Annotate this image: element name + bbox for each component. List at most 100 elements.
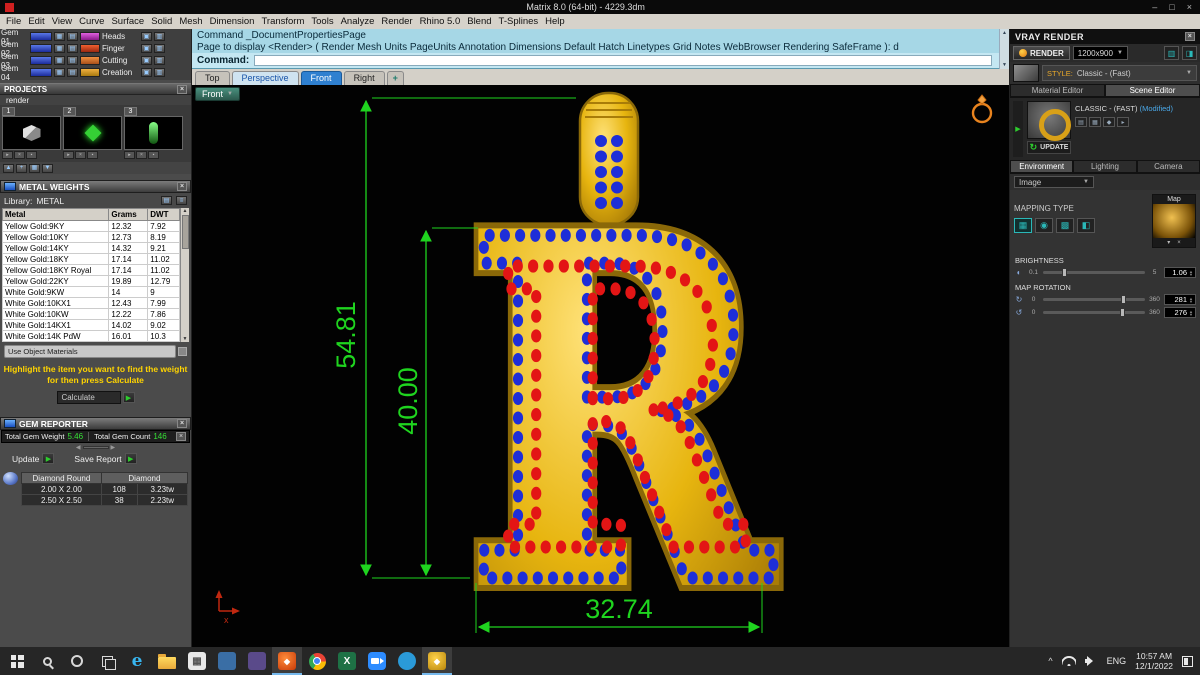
menu-solid[interactable]: Solid bbox=[151, 16, 172, 27]
display-mode-button[interactable]: ◨ bbox=[1182, 46, 1197, 60]
thumb-mini-button[interactable]: ▸ bbox=[124, 151, 135, 159]
menu-dimension[interactable]: Dimension bbox=[210, 16, 255, 27]
close-icon[interactable]: × bbox=[176, 432, 186, 442]
reporter-spinner[interactable]: ◀ ▶ bbox=[0, 443, 191, 452]
palette-mini-button[interactable]: ▣ bbox=[141, 32, 152, 41]
gem-color-swatch[interactable] bbox=[30, 56, 52, 65]
metal-row[interactable]: White Gold:10KW 12.22 7.86 bbox=[1, 308, 180, 320]
close-icon[interactable]: × bbox=[177, 419, 187, 429]
thumb-mini-button[interactable]: ▸ bbox=[63, 151, 74, 159]
taskbar-app-blue[interactable] bbox=[212, 647, 242, 675]
slider-track[interactable] bbox=[1043, 295, 1145, 304]
scroll-down-icon[interactable]: ▼ bbox=[183, 336, 188, 342]
mapping-cylindrical-button[interactable]: ◧ bbox=[1077, 218, 1095, 233]
display-mode-button[interactable]: ▥ bbox=[1164, 46, 1179, 60]
close-icon[interactable]: × bbox=[177, 182, 187, 191]
material-tool-button[interactable]: ▤ bbox=[1075, 117, 1087, 127]
maximize-button[interactable]: □ bbox=[1169, 2, 1174, 12]
front-viewport[interactable]: Front ▼ R R R R 54.81 40.00 32.74 x bbox=[192, 85, 1009, 647]
update-run-button[interactable]: ▶ bbox=[42, 453, 55, 465]
clock[interactable]: 10:57 AM 12/1/2022 bbox=[1135, 651, 1173, 671]
scroll-up-icon[interactable]: ▲ bbox=[183, 208, 188, 214]
toolbar-mini-button[interactable]: ▲ bbox=[3, 163, 14, 173]
mapping-screen-button[interactable]: ▦ bbox=[1014, 218, 1032, 233]
diamond-row[interactable]: 2.00 X 2.00 108 3.23tw bbox=[21, 483, 189, 496]
rotation-slider-2[interactable]: ↺ 0 360 276 ▲ ▼ bbox=[1010, 306, 1200, 319]
palette-mini-button[interactable]: ▤ bbox=[67, 68, 78, 77]
metal-row[interactable]: White Gold:9KW 14 9 bbox=[1, 286, 180, 298]
menu-help[interactable]: Help bbox=[545, 16, 565, 27]
update-button[interactable]: Update bbox=[12, 454, 39, 464]
thumb-mini-button[interactable]: × bbox=[136, 151, 147, 159]
menu-blend[interactable]: Blend bbox=[467, 16, 491, 27]
tray-expand-icon[interactable]: ^ bbox=[1048, 656, 1052, 666]
tab-material-editor[interactable]: Material Editor bbox=[1010, 84, 1105, 97]
spin-left-icon[interactable]: ◀ bbox=[76, 444, 81, 451]
menu-curve[interactable]: Curve bbox=[79, 16, 104, 27]
notification-icon[interactable] bbox=[1182, 655, 1193, 667]
thumb-mini-button[interactable]: × bbox=[75, 151, 86, 159]
viewport-tab-top[interactable]: Top bbox=[195, 71, 230, 85]
material-tool-button[interactable]: ◆ bbox=[1103, 117, 1115, 127]
tab-environment[interactable]: Environment bbox=[1010, 160, 1074, 173]
projects-close-icon[interactable]: × bbox=[177, 84, 187, 94]
menu-surface[interactable]: Surface bbox=[111, 16, 144, 27]
taskbar-app-file-explorer[interactable] bbox=[152, 647, 182, 675]
gem-color-swatch[interactable] bbox=[30, 44, 52, 53]
menu-tools[interactable]: Tools bbox=[311, 16, 333, 27]
calculate-run-button[interactable]: ▶ bbox=[122, 392, 135, 404]
ring-gauge-icon[interactable] bbox=[971, 94, 993, 124]
menu-edit[interactable]: Edit bbox=[28, 16, 44, 27]
scroll-down-icon[interactable]: ▼ bbox=[1002, 62, 1007, 68]
brightness-slider[interactable]: ◐ 0.1 5 1.06 ▲ ▼ bbox=[1010, 266, 1200, 279]
taskbar-app-edge[interactable]: e bbox=[122, 647, 152, 675]
rotation1-value[interactable]: 281 ▲ ▼ bbox=[1164, 294, 1196, 305]
map-thumbnail[interactable] bbox=[1153, 204, 1195, 238]
toolbar-mini-button[interactable]: + bbox=[16, 163, 27, 173]
material-tool-button[interactable]: ▸ bbox=[1117, 117, 1129, 127]
thumb-mini-button[interactable]: × bbox=[14, 151, 25, 159]
language-indicator[interactable]: ENG bbox=[1107, 656, 1127, 666]
palette-mini-button[interactable]: ▦ bbox=[54, 56, 65, 65]
menu-rhino[interactable]: Rhino 5.0 bbox=[420, 16, 461, 27]
thumb-tab[interactable]: 3 bbox=[124, 107, 137, 116]
category-swatch[interactable] bbox=[80, 56, 100, 65]
palette-mini-button[interactable]: ▣ bbox=[141, 44, 152, 53]
volume-icon[interactable] bbox=[1084, 656, 1098, 666]
project-thumb[interactable]: 1 ▸ × ▪ bbox=[2, 107, 61, 160]
materials-checkbox[interactable] bbox=[178, 347, 187, 356]
task-view-button[interactable] bbox=[92, 647, 122, 675]
project-thumb[interactable]: 3 ▸ × ▪ bbox=[124, 107, 183, 160]
resolution-select[interactable]: 1200x900 ▼ bbox=[1072, 46, 1128, 60]
thumb-tab[interactable]: 2 bbox=[63, 107, 76, 116]
start-button[interactable] bbox=[2, 647, 32, 675]
search-button[interactable] bbox=[32, 647, 62, 675]
palette-mini-button[interactable]: ▤ bbox=[67, 44, 78, 53]
thumb-mini-button[interactable]: ▪ bbox=[26, 151, 37, 159]
taskbar-app-gold[interactable]: ◆ bbox=[422, 647, 452, 675]
taskbar-app-chrome[interactable] bbox=[302, 647, 332, 675]
category-swatch[interactable] bbox=[80, 44, 100, 53]
metal-row[interactable]: Yellow Gold:9KY 12.32 7.92 bbox=[1, 220, 180, 232]
taskbar-app-calculator[interactable]: ▦ bbox=[182, 647, 212, 675]
thumb-tab[interactable]: 1 bbox=[2, 107, 15, 116]
menu-render[interactable]: Render bbox=[381, 16, 412, 27]
slider-track[interactable] bbox=[1043, 308, 1145, 317]
taskbar-app-spreadsheet[interactable]: X bbox=[332, 647, 362, 675]
gem-color-swatch[interactable] bbox=[30, 32, 52, 41]
palette-mini-button[interactable]: ▦ bbox=[54, 32, 65, 41]
palette-mini-button[interactable]: ▥ bbox=[154, 44, 165, 53]
column-header[interactable]: Metal bbox=[1, 208, 110, 221]
thumb-mini-button[interactable]: ▪ bbox=[87, 151, 98, 159]
thumb-mini-button[interactable]: ▪ bbox=[148, 151, 159, 159]
column-header[interactable]: Grams bbox=[108, 208, 149, 221]
style-thumbnail[interactable] bbox=[1013, 64, 1039, 82]
command-scrollbar[interactable]: ▲ ▼ bbox=[999, 29, 1009, 69]
viewport-tab-perspective[interactable]: Perspective bbox=[231, 71, 299, 85]
vray-update-button[interactable]: ↻ UPDATE bbox=[1027, 141, 1071, 154]
thumb-mini-button[interactable]: ▸ bbox=[2, 151, 13, 159]
palette-mini-button[interactable]: ▦ bbox=[54, 68, 65, 77]
save-report-button[interactable]: Save Report bbox=[74, 454, 121, 464]
slider-handle[interactable] bbox=[1120, 295, 1126, 304]
menu-file[interactable]: File bbox=[6, 16, 21, 27]
